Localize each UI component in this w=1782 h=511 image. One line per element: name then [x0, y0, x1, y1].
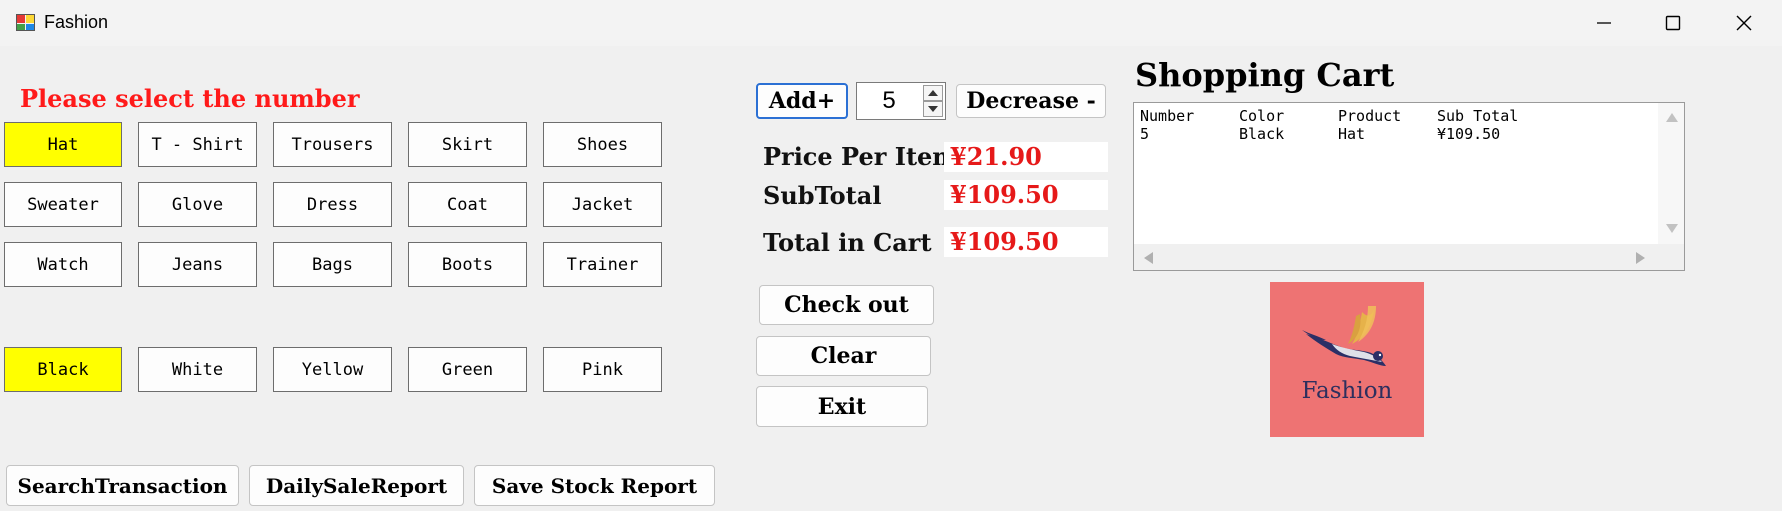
- cart-item-row[interactable]: 5 Black Hat ¥109.50: [1140, 125, 1500, 143]
- title-bar: Fashion: [0, 0, 1782, 46]
- product-button-shoes[interactable]: Shoes: [543, 122, 662, 167]
- product-button-coat[interactable]: Coat: [408, 182, 527, 227]
- cart-header-color: Color: [1239, 107, 1285, 125]
- product-button-jacket[interactable]: Jacket: [543, 182, 662, 227]
- product-button-bags[interactable]: Bags: [273, 242, 392, 287]
- stepper-up-button[interactable]: [923, 85, 943, 101]
- product-button-watch[interactable]: Watch: [4, 242, 122, 287]
- color-button-white[interactable]: White: [138, 347, 257, 392]
- cart-header-row: Number Color Product Sub Total: [1140, 107, 1518, 125]
- minimize-icon: [1597, 22, 1611, 24]
- color-button-yellow[interactable]: Yellow: [273, 347, 392, 392]
- daily-sale-report-button[interactable]: DailySaleReport: [249, 465, 464, 506]
- quantity-stepper[interactable]: 5: [856, 82, 946, 120]
- add-button[interactable]: Add+: [756, 83, 848, 119]
- cart-list[interactable]: Number Color Product Sub Total 5 Black Hat ¥10…: [1133, 102, 1685, 271]
- product-button-hat[interactable]: Hat: [4, 122, 122, 167]
- product-button-trainer[interactable]: Trainer: [543, 242, 662, 287]
- product-button-sweater[interactable]: Sweater: [4, 182, 122, 227]
- cart-header-subtotal: Sub Total: [1437, 107, 1519, 125]
- maximize-icon: [1665, 15, 1681, 31]
- cart-header-number: Number: [1140, 107, 1195, 125]
- subtotal-value: ¥109.50: [944, 180, 1108, 210]
- color-button-green[interactable]: Green: [408, 347, 527, 392]
- scroll-down-icon[interactable]: [1666, 224, 1678, 233]
- window-title: Fashion: [44, 12, 109, 32]
- scrollbar-corner: [1658, 244, 1684, 270]
- minimize-button[interactable]: [1568, 0, 1640, 46]
- product-button-glove[interactable]: Glove: [138, 182, 257, 227]
- chevron-down-icon: [928, 106, 938, 112]
- subtotal-label: SubTotal: [763, 181, 882, 210]
- product-button-boots[interactable]: Boots: [408, 242, 527, 287]
- stepper-down-button[interactable]: [923, 101, 943, 117]
- decrease-button[interactable]: Decrease -: [956, 84, 1106, 118]
- close-icon: [1736, 15, 1752, 31]
- horizontal-scrollbar[interactable]: [1134, 244, 1658, 270]
- cart-cell-product: Hat: [1338, 125, 1366, 143]
- swallow-bird-icon: [1302, 306, 1386, 366]
- cart-cell-subtotal: ¥109.50: [1437, 125, 1501, 143]
- app-window: Fashion Please select the number Hat T -…: [0, 0, 1782, 511]
- chevron-up-icon: [928, 90, 938, 96]
- scroll-up-icon[interactable]: [1666, 113, 1678, 122]
- color-button-pink[interactable]: Pink: [543, 347, 662, 392]
- product-button-skirt[interactable]: Skirt: [408, 122, 527, 167]
- check-out-button[interactable]: Check out: [759, 285, 934, 325]
- search-transaction-button[interactable]: SearchTransaction: [6, 465, 239, 506]
- price-per-item-value: ¥21.90: [944, 142, 1108, 172]
- cart-header-product: Product: [1338, 107, 1402, 125]
- product-button-trousers[interactable]: Trousers: [273, 122, 392, 167]
- maximize-button[interactable]: [1637, 0, 1709, 46]
- exit-button[interactable]: Exit: [756, 386, 928, 427]
- color-button-black[interactable]: Black: [4, 347, 122, 392]
- scroll-left-icon[interactable]: [1144, 252, 1153, 264]
- product-button-jeans[interactable]: Jeans: [138, 242, 257, 287]
- logo-text: Fashion: [1301, 378, 1393, 404]
- close-button[interactable]: [1708, 0, 1780, 46]
- total-in-cart-label: Total in Cart: [763, 228, 932, 257]
- save-stock-report-button[interactable]: Save Stock Report: [474, 465, 715, 506]
- quantity-value[interactable]: 5: [857, 83, 921, 118]
- shopping-cart-title: Shopping Cart: [1135, 56, 1395, 94]
- total-in-cart-value: ¥109.50: [944, 227, 1108, 257]
- vertical-scrollbar[interactable]: [1658, 103, 1684, 245]
- clear-button[interactable]: Clear: [756, 336, 931, 376]
- product-button-dress[interactable]: Dress: [273, 182, 392, 227]
- app-icon: [16, 14, 35, 31]
- select-number-heading: Please select the number: [20, 84, 360, 113]
- product-button-tshirt[interactable]: T - Shirt: [138, 122, 257, 167]
- cart-cell-color: Black: [1239, 125, 1285, 143]
- cart-cell-number: 5: [1140, 125, 1150, 143]
- scroll-right-icon[interactable]: [1636, 252, 1645, 264]
- price-per-item-label: Price Per Item: [763, 142, 958, 171]
- fashion-logo: Fashion: [1270, 282, 1424, 437]
